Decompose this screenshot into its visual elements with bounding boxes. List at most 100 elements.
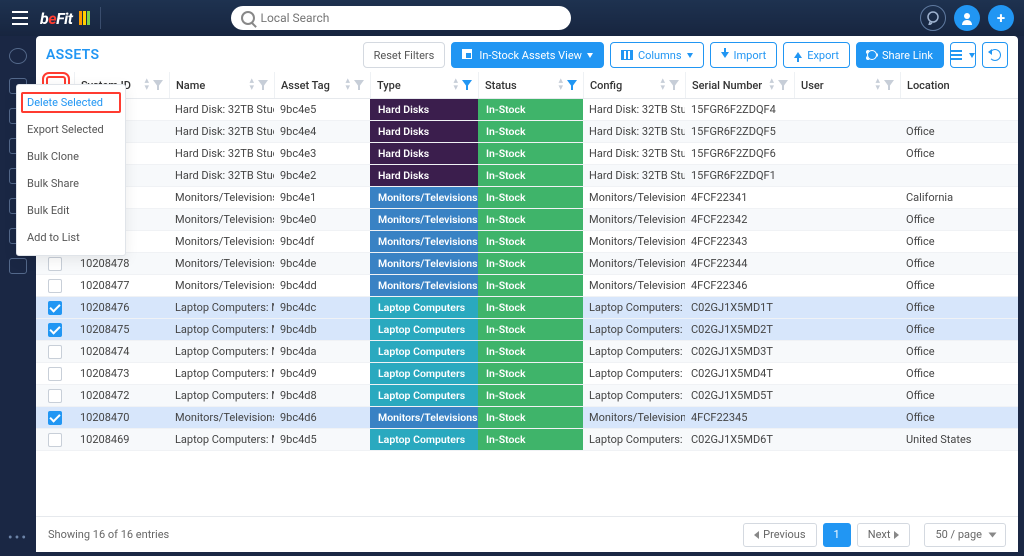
checkbox[interactable] bbox=[48, 367, 62, 381]
hamburger-icon[interactable] bbox=[10, 11, 30, 25]
col-asset-tag[interactable]: Asset Tag▴▾ bbox=[274, 72, 370, 98]
cell-asset-tag: 9bc4e3 bbox=[274, 143, 370, 164]
chat-icon[interactable] bbox=[920, 5, 946, 31]
row-checkbox-cell[interactable] bbox=[36, 385, 74, 406]
filter-icon[interactable] bbox=[258, 80, 268, 90]
col-user[interactable]: User▴▾ bbox=[794, 72, 900, 98]
row-checkbox-cell[interactable] bbox=[36, 275, 74, 296]
row-checkbox-cell[interactable] bbox=[36, 429, 74, 450]
col-location[interactable]: Location bbox=[900, 72, 1018, 98]
add-icon[interactable]: + bbox=[988, 5, 1014, 31]
checkbox[interactable] bbox=[48, 257, 62, 271]
filter-icon[interactable] bbox=[354, 80, 364, 90]
next-button[interactable]: Next bbox=[857, 523, 911, 547]
row-checkbox-cell[interactable] bbox=[36, 319, 74, 340]
prev-button[interactable]: Previous bbox=[743, 523, 816, 547]
share-link-button[interactable]: Share Link bbox=[856, 42, 944, 68]
col-type[interactable]: Type▴▾ bbox=[370, 72, 478, 98]
user-icon[interactable] bbox=[954, 5, 980, 31]
checkbox[interactable] bbox=[48, 279, 62, 293]
filter-icon[interactable] bbox=[884, 80, 894, 90]
filter-icon[interactable] bbox=[462, 80, 472, 90]
cell-user bbox=[794, 341, 900, 362]
checkbox[interactable] bbox=[48, 411, 62, 425]
filter-icon[interactable] bbox=[567, 80, 577, 90]
per-page-select[interactable]: 50 / page bbox=[924, 523, 1006, 547]
row-checkbox-cell[interactable] bbox=[36, 363, 74, 384]
status-badge: In-Stock bbox=[478, 297, 583, 318]
checkbox[interactable] bbox=[48, 345, 62, 359]
import-label: Import bbox=[734, 49, 767, 62]
col-label: Location bbox=[907, 79, 950, 92]
refresh-button[interactable] bbox=[982, 42, 1008, 68]
chevron-left-icon bbox=[754, 531, 759, 539]
share-label: Share Link bbox=[882, 49, 933, 62]
checkbox[interactable] bbox=[48, 301, 62, 315]
col-label: Config bbox=[590, 79, 622, 92]
cell-asset-tag: 9bc4d6 bbox=[274, 407, 370, 428]
table-row[interactable]: 79Monitors/Televisions: 2...9bc4dfMonito… bbox=[36, 231, 1018, 253]
table-row[interactable]: 10208470Monitors/Televisions: 2...9bc4d6… bbox=[36, 407, 1018, 429]
table-row[interactable]: 10208473Laptop Computers: Ma...9bc4d9Lap… bbox=[36, 363, 1018, 385]
cell-user bbox=[794, 121, 900, 142]
reset-filters-button[interactable]: Reset Filters bbox=[363, 42, 446, 68]
menu-delete-selected[interactable]: Delete Selected bbox=[20, 91, 122, 114]
table-row[interactable]: 83Hard Disk: 32TB Studio ...9bc4e3Hard D… bbox=[36, 143, 1018, 165]
row-checkbox-cell[interactable] bbox=[36, 253, 74, 274]
table-row[interactable]: 10208472Laptop Computers: Ma...9bc4d8Lap… bbox=[36, 385, 1018, 407]
col-config[interactable]: Config▴▾ bbox=[583, 72, 685, 98]
columns-button[interactable]: Columns bbox=[610, 42, 704, 68]
checkbox[interactable] bbox=[48, 323, 62, 337]
table-row[interactable]: 80Monitors/Televisions: 2...9bc4e0Monito… bbox=[36, 209, 1018, 231]
col-status[interactable]: Status▴▾ bbox=[478, 72, 583, 98]
search-input[interactable] bbox=[231, 6, 571, 30]
table-row[interactable]: 10208476Laptop Computers: Ma...9bc4dcLap… bbox=[36, 297, 1018, 319]
table-row[interactable]: 10208475Laptop Computers: Ma...9bc4dbLap… bbox=[36, 319, 1018, 341]
row-checkbox-cell[interactable] bbox=[36, 341, 74, 362]
filter-icon[interactable] bbox=[778, 80, 788, 90]
rail-item-1[interactable] bbox=[9, 48, 27, 64]
prev-label: Previous bbox=[763, 528, 805, 541]
list-density-button[interactable] bbox=[950, 42, 976, 68]
cell-location: Office bbox=[900, 253, 1018, 274]
cell-user bbox=[794, 99, 900, 120]
type-badge: Monitors/Televisions bbox=[370, 231, 478, 252]
table-row[interactable]: 82Hard Disk: 32TB Studio ...9bc4e2Hard D… bbox=[36, 165, 1018, 187]
logo[interactable]: beFit bbox=[40, 9, 90, 28]
table-row[interactable]: 10208478Monitors/Televisions: 2...9bc4de… bbox=[36, 253, 1018, 275]
table-row[interactable]: 10208469Laptop Computers: Ma...9bc4d5Lap… bbox=[36, 429, 1018, 451]
filter-icon[interactable] bbox=[153, 80, 163, 90]
checkbox[interactable] bbox=[48, 389, 62, 403]
menu-bulk-share[interactable]: Bulk Share bbox=[17, 170, 125, 197]
menu-bulk-clone[interactable]: Bulk Clone bbox=[17, 143, 125, 170]
type-badge: Monitors/Televisions bbox=[370, 275, 478, 296]
col-name[interactable]: Name▴▾ bbox=[169, 72, 274, 98]
table-row[interactable]: 85Hard Disk: 32TB Studio ...9bc4e5Hard D… bbox=[36, 99, 1018, 121]
cell-name: Laptop Computers: Ma... bbox=[169, 385, 274, 406]
filter-icon[interactable] bbox=[669, 80, 679, 90]
row-checkbox-cell[interactable] bbox=[36, 407, 74, 428]
cell-type: Hard Disks bbox=[370, 143, 478, 164]
rail-more-icon[interactable]: ••• bbox=[8, 530, 28, 546]
cell-serial: C02GJ1X5MD2T bbox=[685, 319, 794, 340]
menu-add-to-list[interactable]: Add to List bbox=[17, 224, 125, 251]
table-row[interactable]: 84Hard Disk: 32TB Studio ...9bc4e4Hard D… bbox=[36, 121, 1018, 143]
menu-bulk-edit[interactable]: Bulk Edit bbox=[17, 197, 125, 224]
col-serial[interactable]: Serial Number▴▾ bbox=[685, 72, 794, 98]
cell-system-id: 10208470 bbox=[74, 407, 169, 428]
table-row[interactable]: 10208477Monitors/Televisions: 2...9bc4dd… bbox=[36, 275, 1018, 297]
menu-export-selected[interactable]: Export Selected bbox=[17, 116, 125, 143]
table-row[interactable]: 10208474Laptop Computers: Ma...9bc4daLap… bbox=[36, 341, 1018, 363]
cell-status: In-Stock bbox=[478, 319, 583, 340]
cell-serial: 4FCF22346 bbox=[685, 275, 794, 296]
rail-item-8[interactable] bbox=[9, 258, 27, 274]
view-select-button[interactable]: In-Stock Assets View bbox=[451, 42, 604, 68]
cell-asset-tag: 9bc4e5 bbox=[274, 99, 370, 120]
table-row[interactable]: 81Monitors/Televisions: 2...9bc4e1Monito… bbox=[36, 187, 1018, 209]
export-button[interactable]: Export bbox=[783, 42, 850, 68]
table-body: 85Hard Disk: 32TB Studio ...9bc4e5Hard D… bbox=[36, 99, 1018, 516]
page-1-button[interactable]: 1 bbox=[823, 523, 851, 547]
row-checkbox-cell[interactable] bbox=[36, 297, 74, 318]
import-button[interactable]: Import bbox=[710, 42, 778, 68]
checkbox[interactable] bbox=[48, 433, 62, 447]
